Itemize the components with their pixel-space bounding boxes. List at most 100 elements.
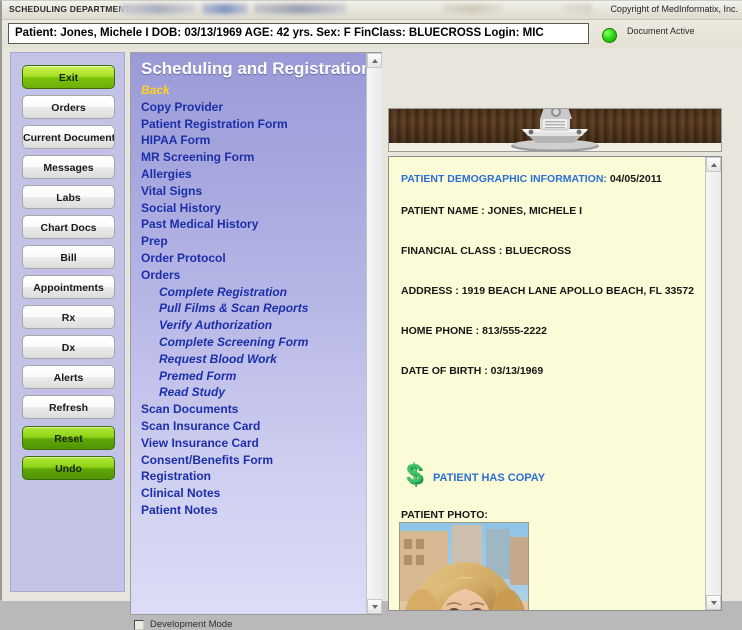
banner-image <box>388 108 722 152</box>
document-status-indicator-icon <box>602 28 617 43</box>
document-field-label: FINANCIAL CLASS : <box>401 245 503 257</box>
department-title: SCHEDULING DEPARTMENT <box>9 4 131 14</box>
menu-item-scan-insurance-card[interactable]: Scan Insurance Card <box>141 419 260 433</box>
sidebar-button-alerts[interactable]: Alerts <box>22 365 115 389</box>
redacted-title-text-3 <box>254 4 346 14</box>
document-field-row: HOME PHONE : 813/555-2222 <box>401 325 547 337</box>
document-scroll-down-button[interactable] <box>706 595 721 610</box>
menu-item-patient-notes[interactable]: Patient Notes <box>141 503 218 517</box>
document-field-row: FINANCIAL CLASS : BLUECROSS <box>401 245 571 257</box>
document-field-label: HOME PHONE : <box>401 325 480 337</box>
sidebar-button-current-document[interactable]: Current Document <box>22 125 115 149</box>
redacted-title-text-4 <box>442 4 502 14</box>
menu-item-clinical-notes[interactable]: Clinical Notes <box>141 486 220 500</box>
sidebar-button-exit[interactable]: Exit <box>22 65 115 89</box>
dollar-sign-icon: $ $ <box>406 460 424 490</box>
development-mode-label: Development Mode <box>150 619 233 630</box>
document-viewer: PATIENT DEMOGRAPHIC INFORMATION: 04/05/2… <box>388 156 722 611</box>
equipment-photo-icon <box>511 109 599 151</box>
sidebar-button-dx[interactable]: Dx <box>22 335 115 359</box>
sidebar-button-reset[interactable]: Reset <box>22 426 115 450</box>
application-window: SCHEDULING DEPARTMENT Copyright of MedIn… <box>0 0 742 630</box>
menu-item-complete-screening-form[interactable]: Complete Screening Form <box>159 335 308 349</box>
menu-scrollbar[interactable] <box>366 53 382 614</box>
copyright-label: Copyright of MedInformatix, Inc. <box>610 4 738 14</box>
menu-item-premed-form[interactable]: Premed Form <box>159 369 236 383</box>
document-field-label: PATIENT NAME : <box>401 205 485 217</box>
menu-item-view-insurance-card[interactable]: View Insurance Card <box>141 436 259 450</box>
redacted-title-text-1 <box>120 4 196 14</box>
menu-item-consent-benefits-form[interactable]: Consent/Benefits Form <box>141 453 273 467</box>
menu-item-patient-registration-form[interactable]: Patient Registration Form <box>141 117 288 131</box>
document-heading: PATIENT DEMOGRAPHIC INFORMATION: 04/05/2… <box>401 173 662 185</box>
chevron-down-icon <box>372 605 378 609</box>
patient-info-bar: Patient: Jones, Michele I DOB: 03/13/196… <box>2 20 742 48</box>
document-scroll-up-button[interactable] <box>706 157 721 172</box>
document-field-value: BLUECROSS <box>505 245 572 257</box>
sidebar-button-refresh[interactable]: Refresh <box>22 395 115 419</box>
menu-item-verify-authorization[interactable]: Verify Authorization <box>159 318 272 332</box>
redacted-title-text-5 <box>562 4 592 14</box>
sidebar-button-rx[interactable]: Rx <box>22 305 115 329</box>
menu-item-allergies[interactable]: Allergies <box>141 167 192 181</box>
menu-item-copy-provider[interactable]: Copy Provider <box>141 100 223 114</box>
document-field-row: PATIENT NAME : JONES, MICHELE I <box>401 205 582 217</box>
menu-item-mr-screening-form[interactable]: MR Screening Form <box>141 150 254 164</box>
menu-scroll-track[interactable] <box>367 68 382 599</box>
document-field-row: DATE OF BIRTH : 03/13/1969 <box>401 365 543 377</box>
sidebar-button-labs[interactable]: Labs <box>22 185 115 209</box>
document-heading-label: PATIENT DEMOGRAPHIC INFORMATION: <box>401 173 607 185</box>
document-field-label: DATE OF BIRTH : <box>401 365 488 377</box>
menu-item-vital-signs[interactable]: Vital Signs <box>141 184 202 198</box>
document-field-value: 813/555-2222 <box>482 325 547 337</box>
menu-item-scan-documents[interactable]: Scan Documents <box>141 402 238 416</box>
sidebar-button-appointments[interactable]: Appointments <box>22 275 115 299</box>
menu-item-orders[interactable]: Orders <box>141 268 180 282</box>
document-field-label: ADDRESS : <box>401 285 459 297</box>
menu-item-complete-registration[interactable]: Complete Registration <box>159 285 287 299</box>
menu-item-past-medical-history[interactable]: Past Medical History <box>141 217 258 231</box>
document-field-value: 1919 BEACH LANE APOLLO BEACH, FL 33572 <box>461 285 694 297</box>
menu-scroll-down-button[interactable] <box>367 599 382 614</box>
document-status-label: Document Active <box>627 26 695 36</box>
main-body: Exit Orders Current Document Messages Labs Ch… <box>2 48 742 630</box>
sidebar-button-undo[interactable]: Undo <box>22 456 115 480</box>
menu-item-prep[interactable]: Prep <box>141 234 168 248</box>
menu-item-registration[interactable]: Registration <box>141 469 211 483</box>
patient-photo <box>399 522 529 610</box>
menu-item-hipaa-form[interactable]: HIPAA Form <box>141 133 210 147</box>
document-scroll-track[interactable] <box>706 172 721 595</box>
sidebar-button-chart-docs[interactable]: Chart Docs <box>22 215 115 239</box>
menu-item-back[interactable]: Back <box>141 83 170 97</box>
menu-item-request-blood-work[interactable]: Request Blood Work <box>159 352 277 366</box>
copay-text: PATIENT HAS COPAY <box>433 472 546 484</box>
patient-photo-image <box>400 523 528 610</box>
document-field-value: 03/13/1969 <box>490 365 544 377</box>
patient-summary-field[interactable]: Patient: Jones, Michele I DOB: 03/13/196… <box>8 23 589 44</box>
menu-scroll-up-button[interactable] <box>367 53 382 68</box>
chevron-up-icon <box>372 59 378 63</box>
right-panel: PATIENT DEMOGRAPHIC INFORMATION: 04/05/2… <box>388 52 730 615</box>
chevron-up-icon <box>711 163 717 167</box>
svg-text:$: $ <box>406 460 422 489</box>
title-bar: SCHEDULING DEPARTMENT Copyright of MedIn… <box>2 1 742 20</box>
left-sidebar: Exit Orders Current Document Messages Labs Ch… <box>10 52 125 592</box>
document-heading-value: 04/05/2011 <box>609 173 662 185</box>
sidebar-button-bill[interactable]: Bill <box>22 245 115 269</box>
sidebar-button-messages[interactable]: Messages <box>22 155 115 179</box>
photo-caption: PATIENT PHOTO: <box>401 509 488 521</box>
document-field-row: ADDRESS : 1919 BEACH LANE APOLLO BEACH, … <box>401 285 694 297</box>
menu-title: Scheduling and Registration <box>141 59 366 78</box>
patient-summary-text: Patient: Jones, Michele I DOB: 03/13/196… <box>15 27 544 39</box>
sidebar-button-orders[interactable]: Orders <box>22 95 115 119</box>
menu-item-pull-films-scan-reports[interactable]: Pull Films & Scan Reports <box>159 301 308 315</box>
navigation-menu-panel: Scheduling and Registration Back Copy Pro… <box>130 52 382 615</box>
menu-item-social-history[interactable]: Social History <box>141 201 221 215</box>
document-scrollbar[interactable] <box>705 157 721 610</box>
menu-item-order-protocol[interactable]: Order Protocol <box>141 251 226 265</box>
redacted-title-text-2 <box>202 4 248 14</box>
navigation-menu-list: Scheduling and Registration Back Copy Pro… <box>131 53 366 614</box>
menu-item-read-study[interactable]: Read Study <box>159 385 225 399</box>
document-content: PATIENT DEMOGRAPHIC INFORMATION: 04/05/2… <box>389 157 705 610</box>
chevron-down-icon <box>711 601 717 605</box>
